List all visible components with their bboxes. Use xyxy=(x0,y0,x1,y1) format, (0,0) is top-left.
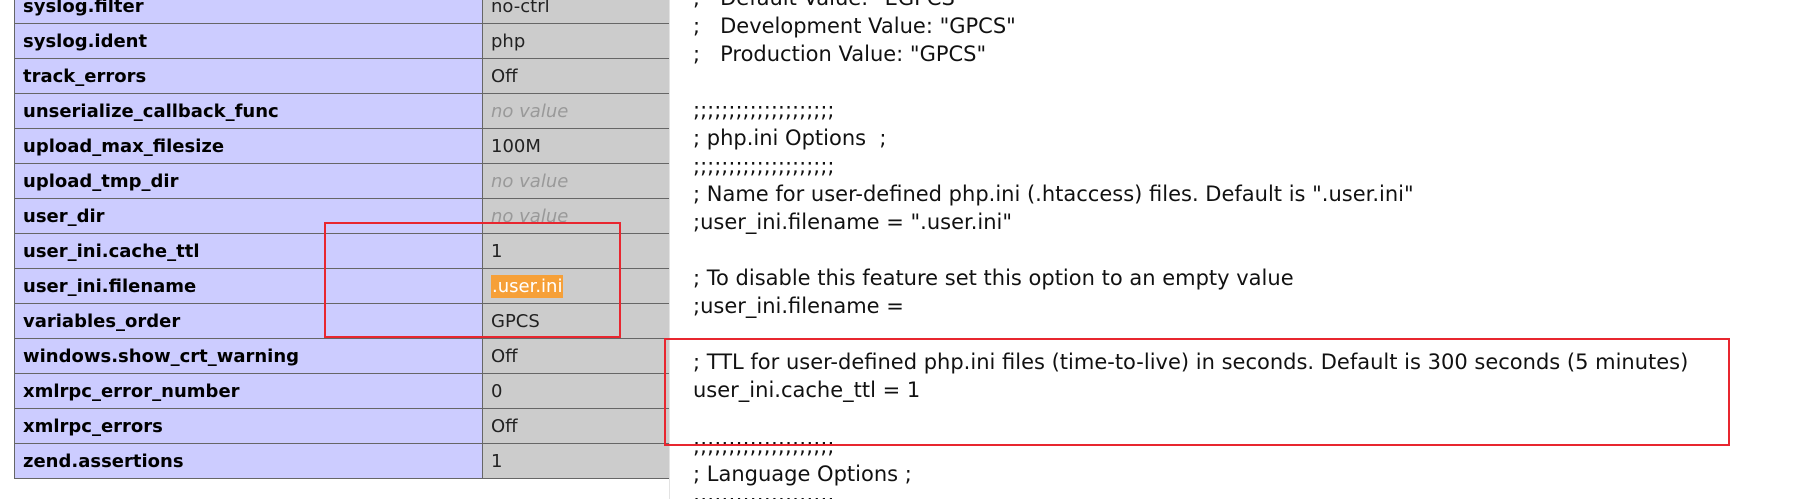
directive-row: windows.show_crt_warning Off xyxy=(14,338,669,374)
directive-table-body: syslog.filter no-ctrl syslog.ident php track… xyxy=(14,0,669,479)
directive-name: user_dir xyxy=(14,198,483,234)
search-highlight: .user.ini xyxy=(491,274,564,298)
directive-name: user_ini.filename xyxy=(14,268,483,304)
directive-row: syslog.ident php xyxy=(14,23,669,59)
directive-row: user_ini.cache_ttl 1 xyxy=(14,233,669,269)
directive-row: user_dir no value xyxy=(14,198,669,234)
directive-value: no value xyxy=(482,163,669,199)
directive-name: zend.assertions xyxy=(14,443,483,479)
directive-value: no-ctrl xyxy=(482,0,669,24)
directive-row: unserialize_callback_func no value xyxy=(14,93,669,129)
directive-name: xmlrpc_error_number xyxy=(14,373,483,409)
directive-table: syslog.filter no-ctrl syslog.ident php track… xyxy=(14,0,669,479)
directive-name: syslog.filter xyxy=(14,0,483,24)
editor-line: ; Name for user-defined php.ini (.htacce… xyxy=(693,182,1414,206)
directive-row: zend.assertions 1 xyxy=(14,443,669,479)
php-ini-editor[interactable]: ; Default Value: "EGPCS" ; Development Va… xyxy=(669,0,1819,499)
directive-name: windows.show_crt_warning xyxy=(14,338,483,374)
editor-line: ;;;;;;;;;;;;;;;;;;;; xyxy=(693,488,1813,499)
directive-name: track_errors xyxy=(14,58,483,94)
editor-line: user_ini.cache_ttl = 1 xyxy=(693,378,921,402)
editor-line: ;;;;;;;;;;;;;;;;;;;; xyxy=(693,434,835,458)
editor-line: ; TTL for user-defined php.ini files (ti… xyxy=(693,350,1689,374)
directive-value: 1 xyxy=(482,233,669,269)
directive-name: upload_max_filesize xyxy=(14,128,483,164)
directive-name: variables_order xyxy=(14,303,483,339)
directive-value: no value xyxy=(482,93,669,129)
editor-lines: ; Default Value: "EGPCS" ; Development Va… xyxy=(693,0,1813,499)
directive-name: syslog.ident xyxy=(14,23,483,59)
phpinfo-directive-table: syslog.filter no-ctrl syslog.ident php track… xyxy=(0,0,669,499)
directive-row: user_ini.filename .user.ini xyxy=(14,268,669,304)
directive-value: Off xyxy=(482,58,669,94)
directive-value: Off xyxy=(482,408,669,444)
editor-line: ;user_ini.filename = ".user.ini" xyxy=(693,210,1013,234)
directive-row: xmlrpc_errors Off xyxy=(14,408,669,444)
editor-line: ; Development Value: "GPCS" xyxy=(693,14,1016,38)
directive-row: xmlrpc_error_number 0 xyxy=(14,373,669,409)
directive-value: GPCS xyxy=(482,303,669,339)
directive-name: unserialize_callback_func xyxy=(14,93,483,129)
editor-line: ; Default Value: "EGPCS" xyxy=(693,0,1813,12)
directive-value: .user.ini xyxy=(482,268,669,304)
directive-name: upload_tmp_dir xyxy=(14,163,483,199)
directive-row: upload_max_filesize 100M xyxy=(14,128,669,164)
directive-name: xmlrpc_errors xyxy=(14,408,483,444)
editor-line: ; To disable this feature set this optio… xyxy=(693,266,1294,290)
directive-row: syslog.filter no-ctrl xyxy=(14,0,669,24)
directive-row: variables_order GPCS xyxy=(14,303,669,339)
directive-row: upload_tmp_dir no value xyxy=(14,163,669,199)
editor-line: ; php.ini Options ; xyxy=(693,126,887,150)
directive-value: Off xyxy=(482,338,669,374)
directive-name: user_ini.cache_ttl xyxy=(14,233,483,269)
editor-line: ; Production Value: "GPCS" xyxy=(693,42,987,66)
directive-value: php xyxy=(482,23,669,59)
editor-line: ;;;;;;;;;;;;;;;;;;;; xyxy=(693,98,835,122)
directive-value: 1 xyxy=(482,443,669,479)
directive-row: track_errors Off xyxy=(14,58,669,94)
directive-value: 100M xyxy=(482,128,669,164)
editor-line: ;;;;;;;;;;;;;;;;;;;; xyxy=(693,154,835,178)
directive-value: 0 xyxy=(482,373,669,409)
directive-value: no value xyxy=(482,198,669,234)
editor-line: ; Language Options ; xyxy=(693,462,912,486)
editor-line: ;user_ini.filename = xyxy=(693,294,904,318)
